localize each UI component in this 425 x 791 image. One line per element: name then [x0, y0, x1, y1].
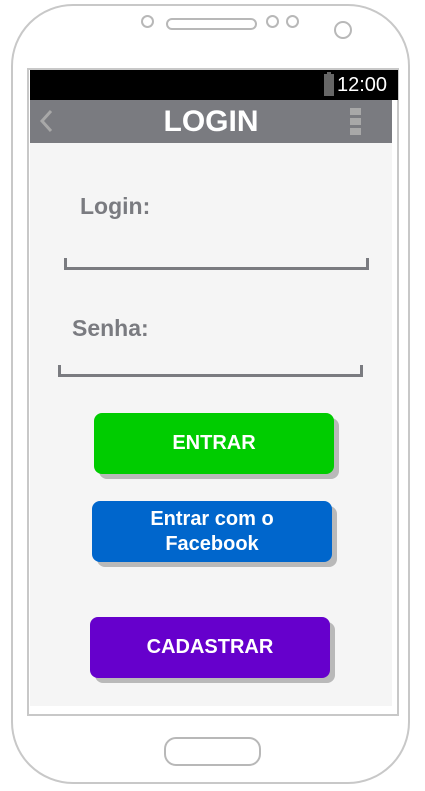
more-vertical-icon[interactable] — [350, 108, 362, 136]
sensor-dot — [286, 15, 299, 28]
sensor-dot — [141, 15, 154, 28]
home-button[interactable] — [164, 737, 261, 766]
password-input[interactable] — [58, 365, 363, 377]
enter-button[interactable]: ENTRAR — [94, 413, 334, 474]
sensor-dot — [266, 15, 279, 28]
battery-icon — [324, 72, 334, 96]
login-input[interactable] — [64, 258, 369, 270]
status-bar: 12:00 — [30, 70, 398, 100]
page-title: LOGIN — [163, 105, 259, 138]
front-camera — [334, 21, 352, 39]
app-bar: LOGIN — [30, 100, 392, 143]
facebook-login-button[interactable]: Entrar com o Facebook — [92, 501, 332, 562]
speaker-grille — [166, 18, 257, 30]
register-button[interactable]: CADASTRAR — [90, 617, 330, 678]
password-label: Senha: — [72, 315, 149, 341]
login-form: Login: Senha: ENTRAR Entrar com o Facebo… — [30, 143, 392, 706]
login-label: Login: — [80, 193, 151, 219]
status-time: 12:00 — [337, 74, 388, 96]
